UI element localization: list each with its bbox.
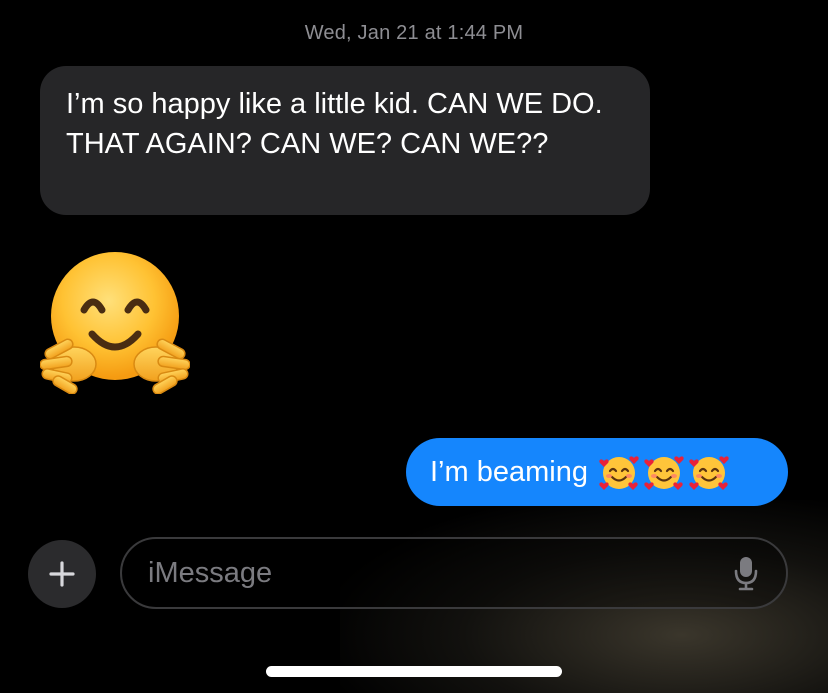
hugging-face-emoji[interactable] (39, 248, 191, 395)
incoming-message-text: I’m so happy like a little kid. CAN WE D… (66, 88, 603, 160)
imessage-placeholder: iMessage (148, 556, 273, 589)
plus-icon (49, 561, 75, 587)
message-timestamp: Wed, Jan 21 at 1:44 PM (304, 22, 524, 44)
smiling-face-with-hearts-icon (689, 456, 729, 490)
microphone-icon[interactable] (732, 553, 760, 593)
smiling-face-with-hearts-emoji-group (598, 451, 730, 493)
imessage-input[interactable]: iMessage (120, 537, 788, 609)
smiling-face-with-hearts-icon (599, 456, 639, 490)
outgoing-message-bubble[interactable]: I’m beaming (406, 438, 788, 506)
add-attachment-button[interactable] (28, 540, 96, 608)
incoming-message-bubble[interactable]: I’m so happy like a little kid. CAN WE D… (40, 66, 650, 215)
outgoing-message-text: I’m beaming (430, 455, 588, 488)
home-indicator[interactable] (266, 666, 562, 677)
smiling-face-with-hearts-icon (644, 456, 684, 490)
